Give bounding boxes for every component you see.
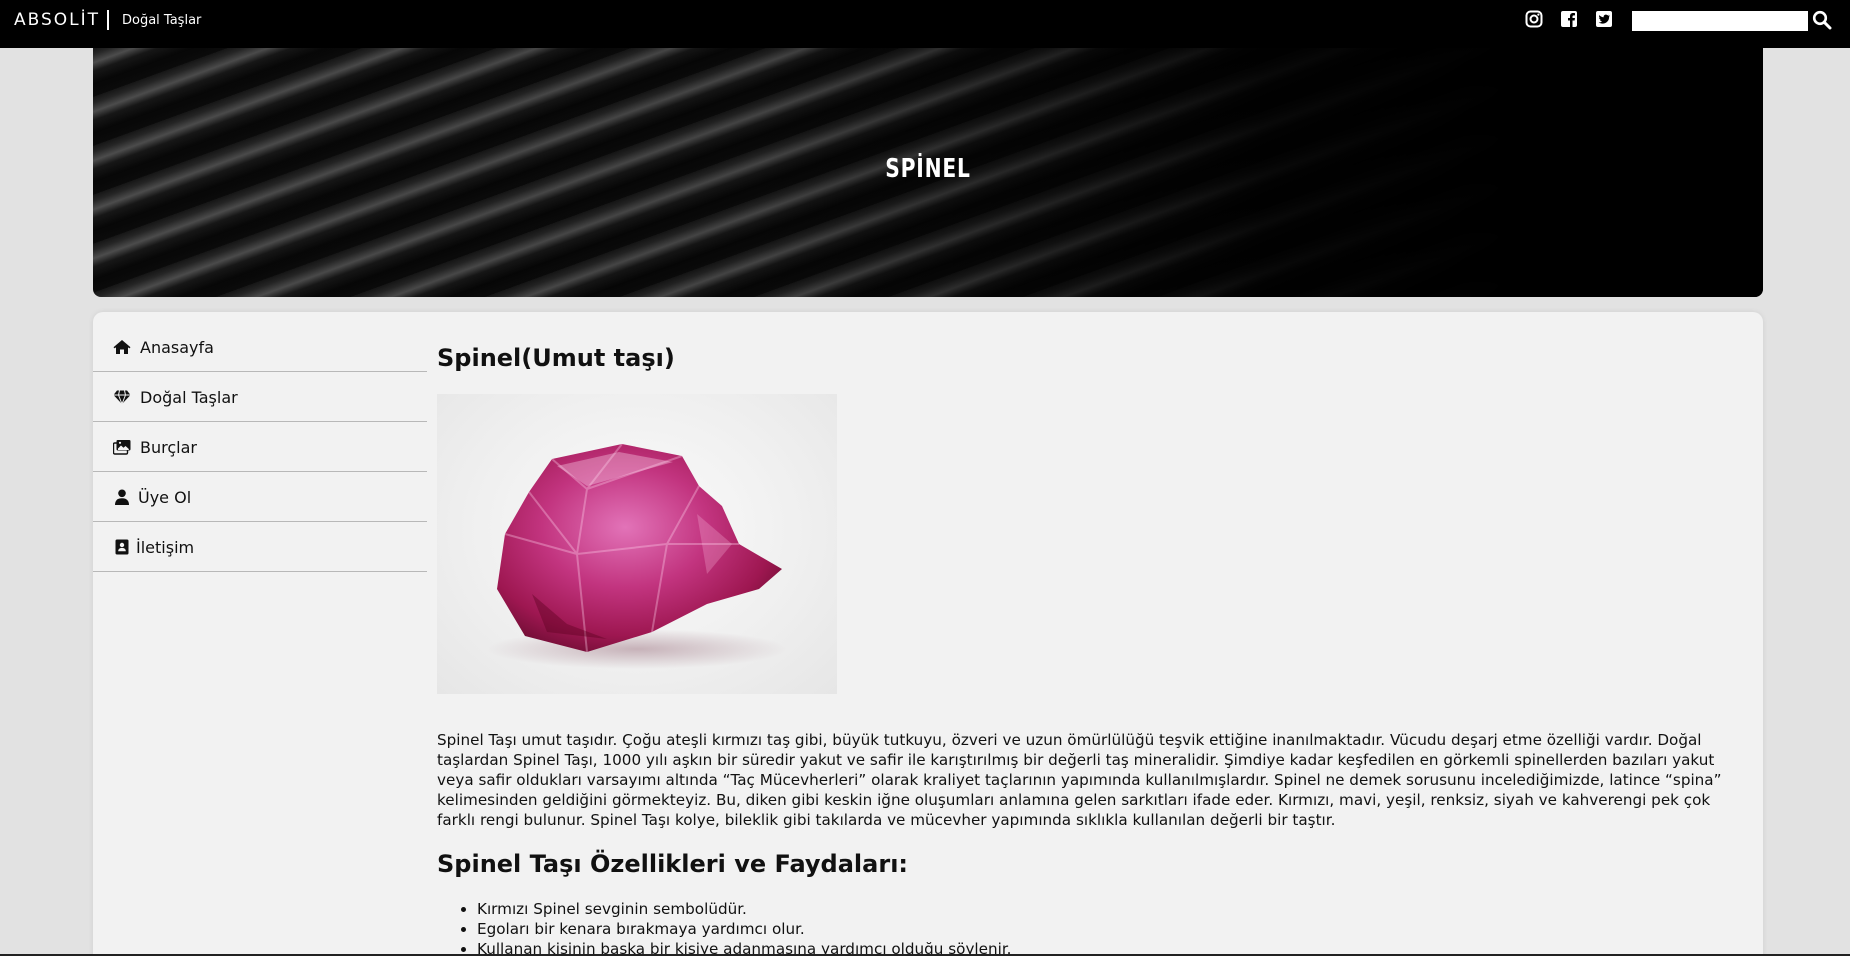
gem-icon: [113, 389, 131, 405]
content-card: Anasayfa Doğal Taşlar Burçlar Üye Ol İle…: [93, 312, 1763, 956]
sidebar-nav: Anasayfa Doğal Taşlar Burçlar Üye Ol İle…: [93, 322, 427, 572]
search-input[interactable]: [1632, 11, 1808, 31]
page-title: Spinel(Umut taşı): [437, 344, 675, 372]
sidebar-item-dogal-taslar[interactable]: Doğal Taşlar: [93, 372, 427, 422]
sidebar-item-uye-ol[interactable]: Üye Ol: [93, 472, 427, 522]
sidebar-item-label: Doğal Taşlar: [140, 388, 238, 407]
spinel-stone-image: [437, 394, 837, 694]
brand-logo[interactable]: ABSOLİT: [14, 10, 100, 30]
intro-paragraph: Spinel Taşı umut taşıdır. Çoğu ateşli kı…: [437, 731, 1722, 829]
list-item: Egoları bir kenara bırakmaya yardımcı ol…: [477, 919, 1737, 939]
sidebar-item-label: Üye Ol: [138, 488, 192, 507]
brand-subtitle[interactable]: Doğal Taşlar: [122, 13, 201, 28]
brand-divider: [107, 10, 109, 30]
sidebar-item-label: Burçlar: [140, 438, 197, 457]
features-title: Spinel Taşı Özellikleri ve Faydaları:: [437, 850, 909, 878]
facebook-icon[interactable]: [1560, 10, 1578, 28]
list-item: Kırmızı Spinel sevginin sembolüdür.: [477, 899, 1737, 919]
features-list: Kırmızı Spinel sevginin sembolüdür. Egol…: [477, 899, 1737, 956]
banner-title: SPİNEL: [885, 154, 971, 184]
sidebar-item-label: Anasayfa: [140, 338, 214, 357]
twitter-icon[interactable]: [1595, 10, 1613, 28]
home-icon: [113, 339, 131, 355]
images-icon: [113, 439, 131, 455]
contact-book-icon: [113, 539, 131, 555]
search-icon[interactable]: [1812, 10, 1832, 30]
user-icon: [113, 489, 131, 505]
sidebar-item-anasayfa[interactable]: Anasayfa: [93, 322, 427, 372]
sidebar-item-burclar[interactable]: Burçlar: [93, 422, 427, 472]
top-navbar: ABSOLİT Doğal Taşlar: [0, 0, 1850, 48]
sidebar-item-label: İletişim: [136, 538, 195, 557]
hero-banner: SPİNEL: [93, 48, 1763, 297]
sidebar-item-iletisim[interactable]: İletişim: [93, 522, 427, 572]
instagram-icon[interactable]: [1525, 10, 1543, 28]
